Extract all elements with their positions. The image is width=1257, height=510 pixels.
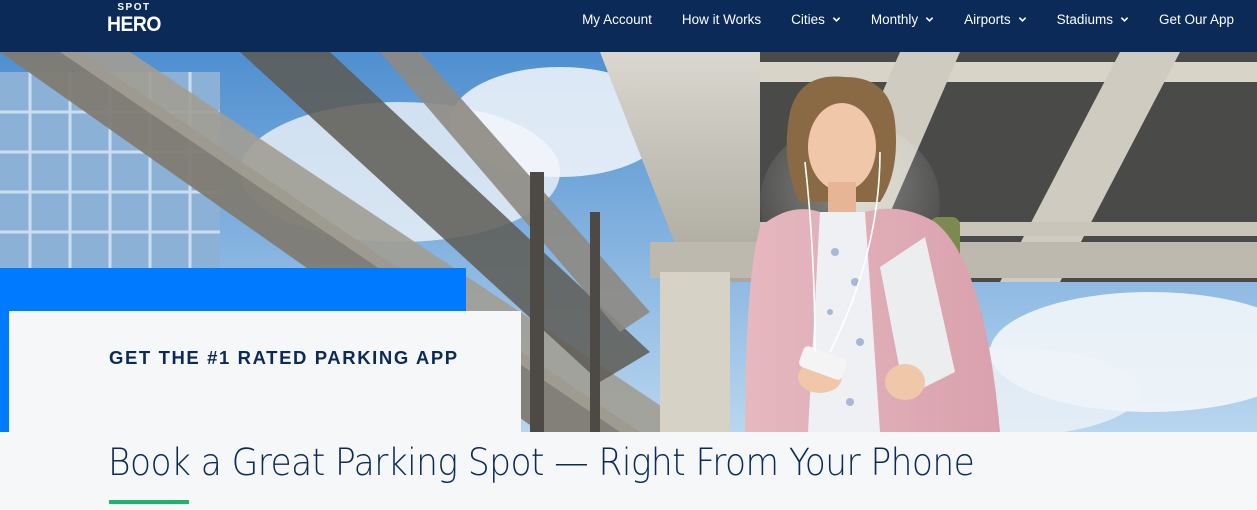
nav-airports-dropdown[interactable]: Airports <box>949 0 1042 38</box>
title-underline <box>109 500 189 504</box>
nav-label: Get Our App <box>1158 11 1234 27</box>
nav-label: My Account <box>582 11 652 27</box>
nav-label: Cities <box>791 11 825 27</box>
nav-how-it-works[interactable]: How it Works <box>667 0 776 38</box>
hero-section: GET THE #1 RATED PARKING APP <box>0 52 1257 432</box>
nav-cities-dropdown[interactable]: Cities <box>776 0 856 38</box>
nav-label: Stadiums <box>1056 11 1113 27</box>
headline-section: Book a Great Parking Spot — Right From Y… <box>0 432 1257 510</box>
nav-label: How it Works <box>681 11 762 27</box>
tagline-card: GET THE #1 RATED PARKING APP <box>9 311 521 432</box>
logo-bottom-text: HERO <box>107 13 161 36</box>
chevron-down-icon <box>925 16 934 22</box>
chevron-down-icon <box>832 16 841 22</box>
chevron-down-icon <box>1120 16 1129 22</box>
chevron-down-icon <box>1018 16 1026 22</box>
nav-label: Monthly <box>870 11 919 27</box>
nav-my-account[interactable]: My Account <box>567 0 667 38</box>
main-nav: My Account How it Works Cities Monthly A… <box>567 0 1257 38</box>
nav-stadiums-dropdown[interactable]: Stadiums <box>1042 0 1144 38</box>
nav-get-our-app[interactable]: Get Our App <box>1144 0 1257 38</box>
top-navbar: SPOT HERO My Account How it Works Cities… <box>0 0 1257 52</box>
page-title: Book a Great Parking Spot — Right From Y… <box>108 441 975 484</box>
nav-label: Airports <box>964 11 1011 27</box>
spothero-logo[interactable]: SPOT HERO <box>104 2 164 46</box>
hero-tagline: GET THE #1 RATED PARKING APP <box>109 347 459 368</box>
nav-monthly-dropdown[interactable]: Monthly <box>856 0 949 38</box>
